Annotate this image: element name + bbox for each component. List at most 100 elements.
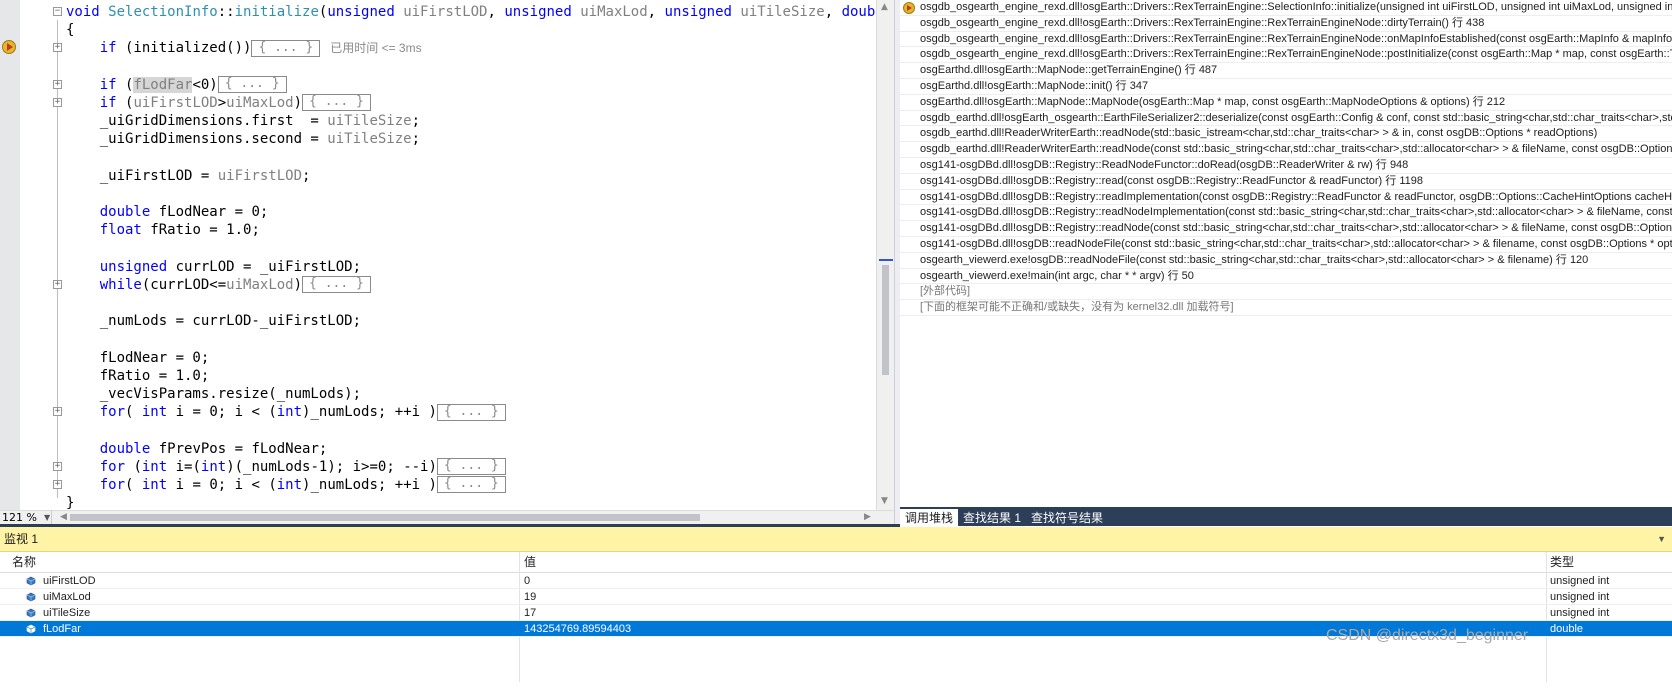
zoom-selector[interactable]: 121 % ▼: [2, 511, 52, 524]
call-stack-panel[interactable]: osgdb_osgearth_engine_rexd.dll!osgEarth:…: [900, 0, 1672, 507]
watch-title-bar[interactable]: 监视 1 ▼: [0, 527, 1672, 552]
code-line[interactable]: if (fLodFar<0){ ... }: [66, 76, 866, 94]
call-stack-frame[interactable]: osgdb_osgearth_engine_rexd.dll!osgEarth:…: [900, 16, 1672, 32]
call-stack-frame[interactable]: osgdb_osgearth_engine_rexd.dll!osgEarth:…: [900, 32, 1672, 48]
code-line[interactable]: if (initialized()){ ... } 已用时间 <= 3ms: [66, 39, 866, 57]
code-line[interactable]: _uiGridDimensions.second = uiTileSize;: [66, 130, 866, 148]
call-stack-frame[interactable]: osg141-osgDBd.dll!osgDB::Registry::ReadN…: [900, 158, 1672, 174]
code-token: int: [200, 458, 227, 475]
code-line[interactable]: fRatio = 1.0;: [66, 367, 866, 385]
editor-vertical-scrollbar[interactable]: ▲ ▼: [876, 0, 894, 510]
collapsed-region[interactable]: { ... }: [302, 94, 371, 112]
code-line[interactable]: double fPrevPos = fLodNear;: [66, 440, 866, 458]
scroll-up-icon[interactable]: ▲: [881, 2, 888, 12]
code-line[interactable]: [66, 330, 866, 348]
column-header-type[interactable]: 类型: [1550, 552, 1672, 573]
watch-row[interactable]: uiMaxLod 19 unsigned int: [0, 589, 1672, 605]
column-header-value[interactable]: 值: [524, 552, 536, 573]
code-token: (: [125, 458, 142, 475]
collapsed-region[interactable]: { ... }: [436, 458, 506, 476]
code-line[interactable]: [66, 421, 866, 439]
call-stack-frame[interactable]: osgearth_viewerd.exe!osgDB::readNodeFile…: [900, 253, 1672, 269]
code-token: ;: [411, 131, 421, 148]
expand-toggle-icon[interactable]: +: [53, 462, 62, 471]
scrollbar-thumb[interactable]: [882, 265, 889, 375]
expand-toggle-icon[interactable]: +: [53, 43, 62, 53]
call-stack-frame[interactable]: osgEarthd.dll!osgEarth::MapNode::MapNode…: [900, 95, 1672, 111]
code-line[interactable]: for( int i = 0; i < (int)_numLods; ++i )…: [66, 403, 866, 421]
code-line[interactable]: [66, 149, 866, 167]
code-line[interactable]: [66, 58, 866, 76]
code-line[interactable]: void SelectionInfo::initialize(unsigned …: [66, 3, 876, 21]
code-line[interactable]: unsigned currLOD = _uiFirstLOD;: [66, 258, 866, 276]
collapsed-region[interactable]: { ... }: [217, 76, 287, 94]
scroll-right-icon[interactable]: ▶: [864, 511, 871, 524]
tab-find-symbol-results[interactable]: 查找符号结果: [1026, 509, 1108, 528]
call-stack-frame[interactable]: osgEarthd.dll!osgEarth::MapNode::init() …: [900, 79, 1672, 95]
collapsed-region[interactable]: { ... }: [436, 476, 506, 494]
scroll-left-icon[interactable]: ◀: [60, 511, 67, 524]
perf-tip[interactable]: 已用时间 <= 3ms: [330, 41, 421, 55]
code-line[interactable]: _vecVisParams.resize(_numLods);: [66, 385, 866, 403]
call-stack-frame[interactable]: osgearth_viewerd.exe!main(int argc, char…: [900, 269, 1672, 285]
code-line[interactable]: double fLodNear = 0;: [66, 203, 866, 221]
expand-toggle-icon[interactable]: +: [53, 407, 62, 417]
call-stack-frame[interactable]: osgdb_earthd.dll!ReaderWriterEarth::read…: [900, 126, 1672, 143]
call-stack-frame[interactable]: osg141-osgDBd.dll!osgDB::Registry::read(…: [900, 174, 1672, 190]
code-text[interactable]: void SelectionInfo::initialize(unsigned …: [66, 3, 876, 512]
horizontal-scrollbar-thumb[interactable]: [70, 514, 700, 521]
code-line[interactable]: fLodNear = 0;: [66, 349, 866, 367]
window-menu-icon[interactable]: ▼: [1657, 527, 1666, 552]
expand-toggle-icon[interactable]: +: [53, 280, 62, 289]
code-line[interactable]: [66, 239, 866, 257]
code-line[interactable]: float fRatio = 1.0;: [66, 221, 866, 239]
code-token: for: [99, 476, 126, 493]
collapsed-region[interactable]: { ... }: [436, 403, 506, 421]
code-line[interactable]: {: [66, 21, 866, 39]
call-stack-frame[interactable]: osg141-osgDBd.dll!osgDB::readNodeFile(co…: [900, 237, 1672, 253]
code-line[interactable]: while(currLOD<=uiMaxLod){ ... }: [66, 276, 866, 294]
watch-row[interactable]: uiFirstLOD 0 unsigned int: [0, 573, 1672, 589]
call-stack-frame[interactable]: osg141-osgDBd.dll!osgDB::Registry::readN…: [900, 221, 1672, 237]
collapsed-region[interactable]: { ... }: [251, 39, 321, 57]
call-stack-frame[interactable]: [下面的框架可能不正确和/或缺失，没有为 kernel32.dll 加载符号]: [900, 300, 1672, 316]
code-line[interactable]: _uiFirstLOD = uiFirstLOD;: [66, 167, 866, 185]
code-token: (currLOD<=: [141, 276, 227, 293]
collapse-toggle-icon[interactable]: −: [53, 7, 62, 16]
tab-find-results-1[interactable]: 查找结果 1: [958, 509, 1026, 528]
watch-value[interactable]: 0: [524, 573, 1539, 589]
expand-toggle-icon[interactable]: +: [53, 480, 62, 490]
call-stack-frame[interactable]: osg141-osgDBd.dll!osgDB::Registry::readI…: [900, 190, 1672, 206]
scroll-down-icon[interactable]: ▼: [881, 496, 888, 506]
indicator-margin[interactable]: [0, 0, 20, 510]
call-stack-frame[interactable]: osgdb_osgearth_engine_rexd.dll!osgEarth:…: [900, 0, 1672, 16]
watch-row[interactable]: uiTileSize 17 unsigned int: [0, 605, 1672, 621]
call-stack-frame[interactable]: osgEarthd.dll!osgEarth::MapNode::getTerr…: [900, 63, 1672, 79]
code-line[interactable]: if (uiFirstLOD>uiMaxLod){ ... }: [66, 94, 866, 112]
code-token: fPrevPos = fLodNear;: [150, 440, 328, 457]
call-stack-frame[interactable]: [外部代码]: [900, 284, 1672, 301]
code-line[interactable]: [66, 185, 866, 203]
watch-value[interactable]: 19: [524, 589, 1539, 605]
code-line[interactable]: [66, 294, 866, 312]
code-token: int: [276, 476, 303, 493]
tab-call-stack[interactable]: 调用堆栈: [900, 509, 959, 528]
editor-horizontal-scrollbar[interactable]: 121 % ▼ ◀ ▶: [0, 510, 894, 524]
code-line[interactable]: for (int i=(int)(_numLods-1); i>=0; --i)…: [66, 458, 866, 476]
watch-window: 监视 1 ▼ 名称 值 类型 uiFirstLOD 0 unsigned int ui…: [0, 527, 1672, 700]
call-stack-frame[interactable]: osgdb_earthd.dll!ReaderWriterEarth::read…: [900, 142, 1672, 158]
expand-toggle-icon[interactable]: +: [53, 98, 62, 107]
expand-toggle-icon[interactable]: +: [53, 79, 62, 89]
watch-value[interactable]: 17: [524, 605, 1539, 621]
watch-type: unsigned int: [1550, 591, 1610, 603]
column-header-name[interactable]: 名称: [12, 552, 36, 573]
call-stack-frame[interactable]: osgdb_earthd.dll!osgEarth_osgearth::Eart…: [900, 111, 1672, 127]
code-line[interactable]: _uiGridDimensions.first = uiTileSize;: [66, 112, 866, 130]
code-editor[interactable]: − + + + + + + + void SelectionInfo::initialize(…: [0, 0, 876, 523]
code-line[interactable]: for( int i = 0; i < (int)_numLods; ++i )…: [66, 476, 866, 494]
call-stack-frame[interactable]: osg141-osgDBd.dll!osgDB::Registry::readN…: [900, 205, 1672, 222]
collapsed-region[interactable]: { ... }: [302, 276, 371, 294]
code-line[interactable]: _numLods = currLOD-_uiFirstLOD;: [66, 312, 866, 330]
call-stack-frame[interactable]: osgdb_osgearth_engine_rexd.dll!osgEarth:…: [900, 47, 1672, 64]
